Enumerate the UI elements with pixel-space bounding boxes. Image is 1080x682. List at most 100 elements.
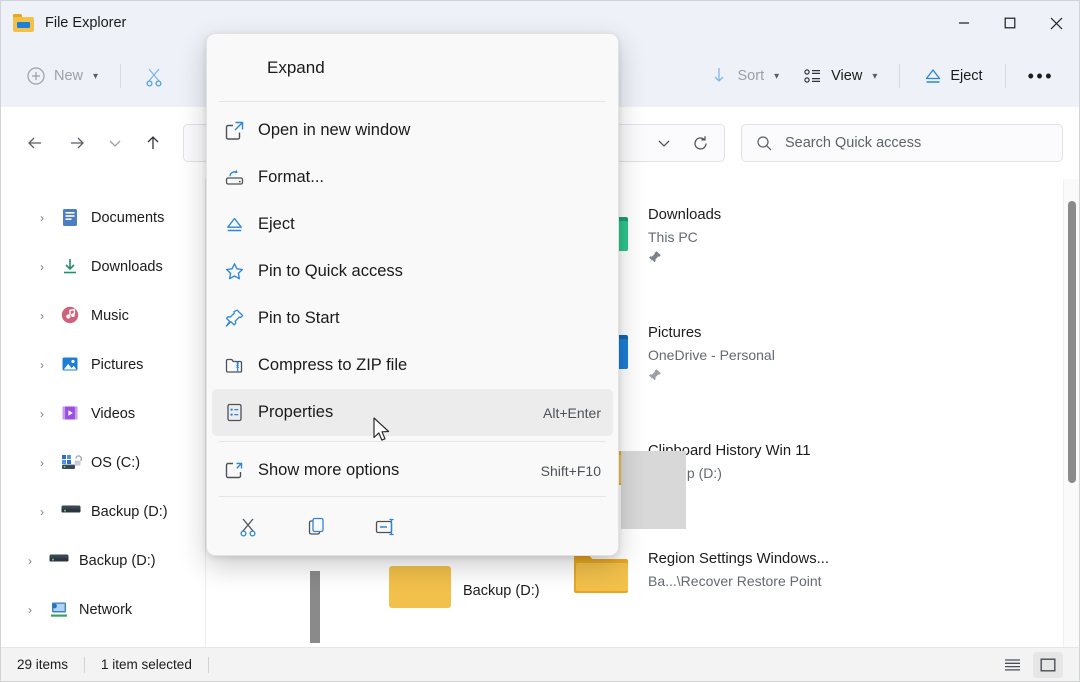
chevron-right-icon[interactable]: › <box>33 260 51 274</box>
search-input[interactable]: Search Quick access <box>741 124 1063 162</box>
menu-item-compress-to-zip[interactable]: Compress to ZIP file <box>212 342 613 389</box>
sort-button[interactable]: Sort ▾ <box>699 58 791 94</box>
pictures-icon <box>60 354 82 376</box>
eject-icon <box>224 214 258 235</box>
maximize-button[interactable] <box>987 1 1033 45</box>
list-item[interactable]: Region Settings Windows... Ba...\Recover… <box>572 541 907 639</box>
sidebar-item-backup-d-child[interactable]: › Backup (D:) <box>7 487 199 536</box>
zip-folder-icon <box>224 355 258 376</box>
sort-arrow-icon <box>710 66 730 86</box>
toolbar-divider <box>1004 64 1006 88</box>
title-bar-left: File Explorer <box>1 14 126 32</box>
context-menu: Expand Open in new window Format... Ejec… <box>206 33 619 556</box>
sidebar-item-os-c[interactable]: › OS (C:) <box>7 438 199 487</box>
menu-item-label: Eject <box>258 215 295 233</box>
menu-item-label: Show more options <box>258 461 400 479</box>
chevron-right-icon[interactable]: › <box>33 456 51 470</box>
menu-item-expand[interactable]: Expand <box>212 40 613 96</box>
sidebar-item-music[interactable]: › Music <box>7 291 199 340</box>
selected-item-highlight <box>621 451 686 529</box>
menu-item-format[interactable]: Format... <box>212 154 613 201</box>
sidebar-item-documents[interactable]: › Documents <box>7 193 199 242</box>
file-explorer-window: File Explorer New ▾ Sort ▾ View ▾ Eject … <box>0 0 1080 682</box>
chevron-right-icon[interactable]: › <box>21 554 39 568</box>
up-button[interactable] <box>135 125 171 161</box>
yellow-folder-icon <box>572 551 630 603</box>
file-meta: Pictures OneDrive - Personal <box>648 321 775 387</box>
view-button[interactable]: View ▾ <box>792 58 888 94</box>
chevron-right-icon[interactable]: › <box>33 358 51 372</box>
large-icons-view-button[interactable] <box>1033 651 1063 678</box>
menu-item-pin-to-start[interactable]: Pin to Start <box>212 295 613 342</box>
menu-item-open-in-new-window[interactable]: Open in new window <box>212 107 613 154</box>
file-meta: Region Settings Windows... Ba...\Recover… <box>648 547 829 589</box>
sidebar-item-downloads[interactable]: › Downloads <box>7 242 199 291</box>
sidebar-item-network[interactable]: › Network <box>7 585 199 634</box>
file-location: Ba...\Recover Restore Point <box>648 573 822 589</box>
menu-item-pin-to-quick-access[interactable]: Pin to Quick access <box>212 248 613 295</box>
pin-icon <box>648 368 775 387</box>
menu-item-label: Properties <box>258 403 334 421</box>
music-icon <box>60 305 82 327</box>
sidebar-item-label: Pictures <box>91 356 144 373</box>
list-item[interactable]: Pictures OneDrive - Personal <box>548 315 907 413</box>
chevron-right-icon[interactable]: › <box>33 309 51 323</box>
sidebar-item-label: Network <box>79 601 133 618</box>
new-button[interactable]: New ▾ <box>15 58 109 94</box>
details-view-button[interactable] <box>997 652 1027 678</box>
search-icon <box>756 135 773 152</box>
format-disk-icon <box>224 167 258 188</box>
properties-icon <box>224 402 258 423</box>
scrollbar-thumb[interactable] <box>1068 201 1076 483</box>
videos-icon <box>60 403 82 425</box>
pin-icon <box>224 308 258 329</box>
sidebar-item-pictures[interactable]: › Pictures <box>7 340 199 389</box>
sidebar-item-videos[interactable]: › Videos <box>7 389 199 438</box>
menu-item-properties[interactable]: Properties Alt+Enter <box>212 389 613 436</box>
view-mode-buttons <box>997 651 1063 678</box>
cut-button[interactable] <box>132 58 174 94</box>
menu-item-shortcut: Alt+Enter <box>543 404 601 421</box>
menu-divider <box>219 496 606 497</box>
forward-button[interactable] <box>59 125 95 161</box>
cut-icon[interactable] <box>231 510 265 544</box>
minimize-button[interactable] <box>941 1 987 45</box>
menu-item-label: Open in new window <box>258 121 411 139</box>
menu-item-label: Pin to Quick access <box>258 262 403 280</box>
status-divider <box>207 656 209 673</box>
file-location: This PC <box>648 229 698 245</box>
chevron-right-icon[interactable]: › <box>33 407 51 421</box>
rename-icon[interactable] <box>369 510 403 544</box>
file-meta: Downloads This PC <box>648 203 721 269</box>
sidebar-item-label: Videos <box>91 405 136 422</box>
os-drive-icon <box>60 452 82 474</box>
file-location: OneDrive - Personal <box>648 347 775 363</box>
refresh-button[interactable] <box>684 127 716 159</box>
open-new-window-icon <box>224 120 258 141</box>
address-dropdown-button[interactable] <box>648 127 680 159</box>
chevron-right-icon[interactable]: › <box>33 505 51 519</box>
partial-folder-icon <box>389 566 451 608</box>
back-button[interactable] <box>17 125 53 161</box>
see-more-button[interactable]: ••• <box>1017 58 1065 94</box>
menu-item-show-more-options[interactable]: Show more options Shift+F10 <box>212 447 613 494</box>
window-controls <box>941 1 1079 45</box>
eject-button[interactable]: Eject <box>911 58 993 94</box>
chevron-right-icon[interactable]: › <box>33 211 51 225</box>
navigation-pane: › Documents › Downloads › Music › Pictur… <box>1 179 206 647</box>
menu-icon-row <box>207 499 618 555</box>
sidebar-item-backup-d[interactable]: › Backup (D:) <box>7 536 199 585</box>
copy-icon[interactable] <box>300 510 334 544</box>
file-row: Region Settings Windows... Ba...\Recover… <box>234 541 1063 647</box>
recent-locations-button[interactable] <box>101 125 129 161</box>
menu-item-label: Compress to ZIP file <box>258 356 408 374</box>
close-button[interactable] <box>1033 1 1079 45</box>
scissors-icon <box>143 66 163 87</box>
vertical-scrollbar[interactable] <box>1063 179 1079 647</box>
chevron-right-icon[interactable]: › <box>21 603 39 617</box>
status-bar: 29 items 1 item selected <box>1 647 1079 681</box>
list-item[interactable]: Downloads This PC <box>572 197 907 295</box>
menu-item-eject[interactable]: Eject <box>212 201 613 248</box>
window-title: File Explorer <box>45 15 127 31</box>
inner-scrollbar-thumb[interactable] <box>310 571 320 643</box>
